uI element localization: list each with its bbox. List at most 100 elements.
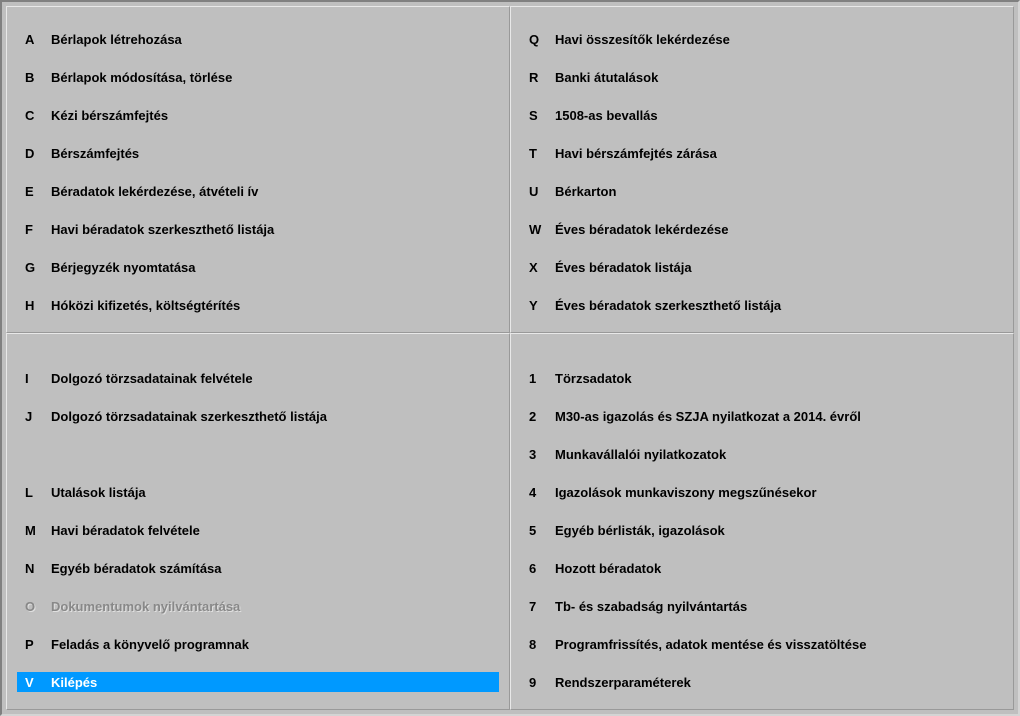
menu-item-O[interactable]: ODokumentumok nyilvántartása xyxy=(17,596,499,616)
menu-item-label: Egyéb bérlisták, igazolások xyxy=(555,523,995,538)
menu-item-I[interactable]: IDolgozó törzsadatainak felvétele xyxy=(17,368,499,388)
menu-item-key: L xyxy=(25,485,51,500)
menu-item-key: U xyxy=(529,184,555,199)
menu-quadrant-bottom-left: IDolgozó törzsadatainak felvételeJDolgoz… xyxy=(6,333,510,710)
menu-item-label: M30-as igazolás és SZJA nyilatkozat a 20… xyxy=(555,409,995,424)
menu-item-label: Bérszámfejtés xyxy=(51,146,491,161)
menu-item-label: Feladás a könyvelő programnak xyxy=(51,637,491,652)
menu-item-1[interactable]: 1Törzsadatok xyxy=(521,368,1003,388)
menu-item-label: Havi összesítők lekérdezése xyxy=(555,32,995,47)
menu-item-label: Dolgozó törzsadatainak felvétele xyxy=(51,371,491,386)
menu-item-key: B xyxy=(25,70,51,85)
menu-item-key: O xyxy=(25,599,51,614)
menu-item-D[interactable]: DBérszámfejtés xyxy=(17,143,499,163)
menu-item-U[interactable]: UBérkarton xyxy=(521,181,1003,201)
menu-item-key: I xyxy=(25,371,51,386)
menu-quadrant-top-left: ABérlapok létrehozása BBérlapok módosítás… xyxy=(6,6,510,333)
menu-item-2[interactable]: 2M30-as igazolás és SZJA nyilatkozat a 2… xyxy=(521,406,1003,426)
menu-item-key: Q xyxy=(529,32,555,47)
menu-item-label: Éves béradatok listája xyxy=(555,260,995,275)
menu-item-3[interactable]: 3Munkavállalói nyilatkozatok xyxy=(521,444,1003,464)
menu-item-key: 4 xyxy=(529,485,555,500)
menu-item-label: Igazolások munkaviszony megszűnésekor xyxy=(555,485,995,500)
menu-item-P[interactable]: PFeladás a könyvelő programnak xyxy=(17,634,499,654)
menu-item-R[interactable]: RBanki átutalások xyxy=(521,67,1003,87)
menu-quadrant-top-right: QHavi összesítők lekérdezése RBanki átuta… xyxy=(510,6,1014,333)
menu-item-Y[interactable]: YÉves béradatok szerkeszthető listája xyxy=(521,295,1003,315)
menu-item-label: Éves béradatok szerkeszthető listája xyxy=(555,298,995,313)
menu-item-empty xyxy=(17,444,499,464)
menu-item-key: 5 xyxy=(529,523,555,538)
menu-item-label: Törzsadatok xyxy=(555,371,995,386)
menu-item-label: Béradatok lekérdezése, átvételi ív xyxy=(51,184,491,199)
menu-item-T[interactable]: THavi bérszámfejtés zárása xyxy=(521,143,1003,163)
menu-item-label: Kilépés xyxy=(51,675,491,690)
menu-item-key: G xyxy=(25,260,51,275)
menu-item-key: W xyxy=(529,222,555,237)
menu-item-key: A xyxy=(25,32,51,47)
menu-item-A[interactable]: ABérlapok létrehozása xyxy=(17,29,499,49)
menu-item-4[interactable]: 4Igazolások munkaviszony megszűnésekor xyxy=(521,482,1003,502)
menu-item-W[interactable]: WÉves béradatok lekérdezése xyxy=(521,219,1003,239)
menu-item-label: Havi bérszámfejtés zárása xyxy=(555,146,995,161)
menu-item-key: 2 xyxy=(529,409,555,424)
menu-item-key: R xyxy=(529,70,555,85)
menu-item-label: Banki átutalások xyxy=(555,70,995,85)
menu-item-key: M xyxy=(25,523,51,538)
menu-item-key: T xyxy=(529,146,555,161)
menu-item-label: Hóközi kifizetés, költségtérítés xyxy=(51,298,491,313)
menu-item-label: Egyéb béradatok számítása xyxy=(51,561,491,576)
menu-item-7[interactable]: 7Tb- és szabadság nyilvántartás xyxy=(521,596,1003,616)
menu-quadrant-bottom-right: 1Törzsadatok 2M30-as igazolás és SZJA nyi… xyxy=(510,333,1014,710)
menu-item-label: Utalások listája xyxy=(51,485,491,500)
menu-item-B[interactable]: BBérlapok módosítása, törlése xyxy=(17,67,499,87)
menu-item-G[interactable]: GBérjegyzék nyomtatása xyxy=(17,257,499,277)
menu-item-key: F xyxy=(25,222,51,237)
menu-item-M[interactable]: MHavi béradatok felvétele xyxy=(17,520,499,540)
menu-item-label: Hozott béradatok xyxy=(555,561,995,576)
menu-item-key: P xyxy=(25,637,51,652)
menu-item-key: J xyxy=(25,409,51,424)
menu-item-label: Munkavállalói nyilatkozatok xyxy=(555,447,995,462)
menu-item-label: Bérlapok módosítása, törlése xyxy=(51,70,491,85)
menu-item-label: Tb- és szabadság nyilvántartás xyxy=(555,599,995,614)
menu-grid: ABérlapok létrehozása BBérlapok módosítás… xyxy=(6,6,1014,710)
menu-item-label: Dolgozó törzsadatainak szerkeszthető lis… xyxy=(51,409,491,424)
menu-item-label: 1508-as bevallás xyxy=(555,108,995,123)
menu-item-key: 9 xyxy=(529,675,555,690)
menu-item-V[interactable]: VKilépés xyxy=(17,672,499,692)
menu-item-key: 6 xyxy=(529,561,555,576)
menu-item-key: E xyxy=(25,184,51,199)
menu-item-key: 8 xyxy=(529,637,555,652)
menu-item-label: Havi béradatok szerkeszthető listája xyxy=(51,222,491,237)
menu-item-key: S xyxy=(529,108,555,123)
menu-item-X[interactable]: XÉves béradatok listája xyxy=(521,257,1003,277)
menu-item-key: 1 xyxy=(529,371,555,386)
menu-item-label: Bérkarton xyxy=(555,184,995,199)
menu-item-5[interactable]: 5Egyéb bérlisták, igazolások xyxy=(521,520,1003,540)
menu-item-key: C xyxy=(25,108,51,123)
menu-item-key: V xyxy=(25,675,51,690)
menu-item-label: Programfrissítés, adatok mentése és viss… xyxy=(555,637,995,652)
menu-item-8[interactable]: 8Programfrissítés, adatok mentése és vis… xyxy=(521,634,1003,654)
menu-item-label: Bérlapok létrehozása xyxy=(51,32,491,47)
menu-item-label: Dokumentumok nyilvántartása xyxy=(51,599,491,614)
menu-item-Q[interactable]: QHavi összesítők lekérdezése xyxy=(521,29,1003,49)
menu-item-label: Éves béradatok lekérdezése xyxy=(555,222,995,237)
menu-item-E[interactable]: EBéradatok lekérdezése, átvételi ív xyxy=(17,181,499,201)
menu-item-J[interactable]: JDolgozó törzsadatainak szerkeszthető li… xyxy=(17,406,499,426)
menu-item-label: Rendszerparaméterek xyxy=(555,675,995,690)
menu-item-S[interactable]: S1508-as bevallás xyxy=(521,105,1003,125)
menu-item-key: Y xyxy=(529,298,555,313)
menu-item-6[interactable]: 6Hozott béradatok xyxy=(521,558,1003,578)
menu-item-key: D xyxy=(25,146,51,161)
menu-item-9[interactable]: 9Rendszerparaméterek xyxy=(521,672,1003,692)
menu-item-F[interactable]: FHavi béradatok szerkeszthető listája xyxy=(17,219,499,239)
menu-item-L[interactable]: LUtalások listája xyxy=(17,482,499,502)
menu-item-H[interactable]: HHóközi kifizetés, költségtérítés xyxy=(17,295,499,315)
menu-item-C[interactable]: CKézi bérszámfejtés xyxy=(17,105,499,125)
main-menu-container: ABérlapok létrehozása BBérlapok módosítás… xyxy=(0,0,1020,716)
menu-item-key: 7 xyxy=(529,599,555,614)
menu-item-N[interactable]: NEgyéb béradatok számítása xyxy=(17,558,499,578)
menu-item-key: 3 xyxy=(529,447,555,462)
